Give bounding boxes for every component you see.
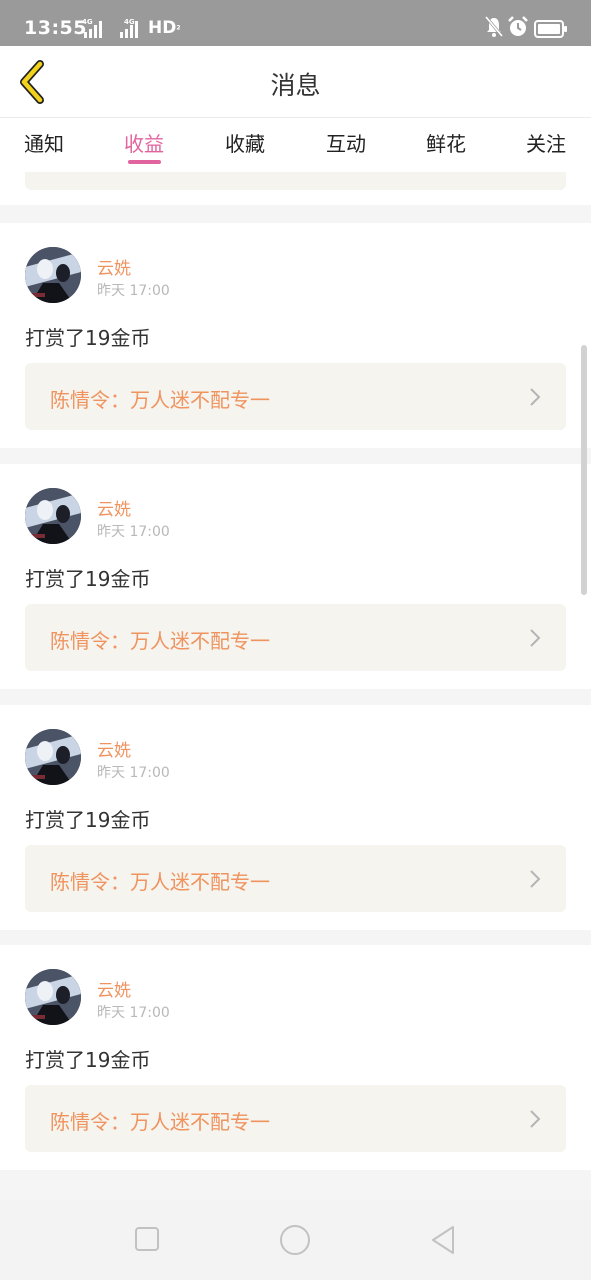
page-title: 消息 bbox=[270, 71, 321, 100]
chevron-right-icon bbox=[530, 388, 541, 406]
book-link[interactable]: 陈情令：万人迷不配专一 bbox=[25, 845, 566, 912]
book-link[interactable]: 陈情令：万人迷不配专一 bbox=[25, 604, 566, 671]
book-title: 陈情令：万人迷不配专一 bbox=[50, 629, 270, 653]
username[interactable]: 云姺 bbox=[97, 736, 131, 761]
list-item: 云姺 昨天 17:00 打赏了19金币 陈情令：万人迷不配专一 bbox=[0, 945, 591, 1170]
tab-following[interactable]: 关注 bbox=[516, 128, 576, 157]
reward-text: 打赏了19金币 bbox=[25, 326, 151, 350]
app-header: 消息 bbox=[0, 46, 591, 118]
avatar[interactable] bbox=[25, 247, 81, 303]
reward-text: 打赏了19金币 bbox=[25, 567, 151, 591]
avatar[interactable] bbox=[25, 729, 81, 785]
tab-favorites[interactable]: 收藏 bbox=[215, 128, 275, 157]
username[interactable]: 云姺 bbox=[97, 495, 131, 520]
back-triangle-icon[interactable] bbox=[429, 1223, 457, 1257]
reward-text: 打赏了19金币 bbox=[25, 1048, 151, 1072]
timestamp: 昨天 17:00 bbox=[97, 524, 170, 540]
chevron-right-icon bbox=[530, 870, 541, 888]
avatar[interactable] bbox=[25, 488, 81, 544]
avatar[interactable] bbox=[25, 969, 81, 1025]
active-tab-indicator bbox=[128, 160, 161, 164]
tab-interactions[interactable]: 互动 bbox=[316, 128, 376, 157]
list-item bbox=[0, 172, 591, 205]
hd-indicator: HD2 bbox=[148, 18, 181, 38]
book-link[interactable]: 陈情令：万人迷不配专一 bbox=[25, 1085, 566, 1152]
book-link[interactable] bbox=[25, 172, 566, 190]
tab-earnings[interactable]: 收益 bbox=[114, 128, 174, 157]
username[interactable]: 云姺 bbox=[97, 976, 131, 1001]
book-title: 陈情令：万人迷不配专一 bbox=[50, 1110, 270, 1134]
list-item: 云姺 昨天 17:00 打赏了19金币 陈情令：万人迷不配专一 bbox=[0, 705, 591, 930]
home-icon[interactable] bbox=[279, 1223, 311, 1257]
signal-strength-icon: 4G bbox=[118, 18, 144, 38]
battery-icon bbox=[534, 20, 567, 38]
list-item: 云姺 昨天 17:00 打赏了19金币 陈情令：万人迷不配专一 bbox=[0, 223, 591, 448]
tab-flowers[interactable]: 鲜花 bbox=[416, 128, 476, 157]
book-link[interactable]: 陈情令：万人迷不配专一 bbox=[25, 363, 566, 430]
status-time: 13:55 bbox=[24, 17, 87, 39]
chevron-right-icon bbox=[530, 1110, 541, 1128]
book-title: 陈情令：万人迷不配专一 bbox=[50, 870, 270, 894]
tab-bar: 通知 收益 收藏 互动 鲜花 关注 bbox=[0, 118, 591, 172]
book-title: 陈情令：万人迷不配专一 bbox=[50, 388, 270, 412]
reward-text: 打赏了19金币 bbox=[25, 808, 151, 832]
username[interactable]: 云姺 bbox=[97, 254, 131, 279]
timestamp: 昨天 17:00 bbox=[97, 283, 170, 299]
scrollbar[interactable] bbox=[581, 345, 587, 595]
system-nav-bar bbox=[0, 1200, 591, 1280]
recent-apps-icon[interactable] bbox=[134, 1223, 160, 1257]
timestamp: 昨天 17:00 bbox=[97, 765, 170, 781]
mute-bell-icon bbox=[485, 16, 503, 37]
tab-notice[interactable]: 通知 bbox=[14, 128, 74, 157]
chevron-right-icon bbox=[530, 629, 541, 647]
status-bar: 13:55 4G 4G HD2 bbox=[0, 0, 591, 46]
list-item: 云姺 昨天 17:00 打赏了19金币 陈情令：万人迷不配专一 bbox=[0, 464, 591, 689]
timestamp: 昨天 17:00 bbox=[97, 1005, 170, 1021]
signal-strength-icon: 4G bbox=[82, 18, 106, 38]
alarm-icon bbox=[508, 16, 528, 36]
